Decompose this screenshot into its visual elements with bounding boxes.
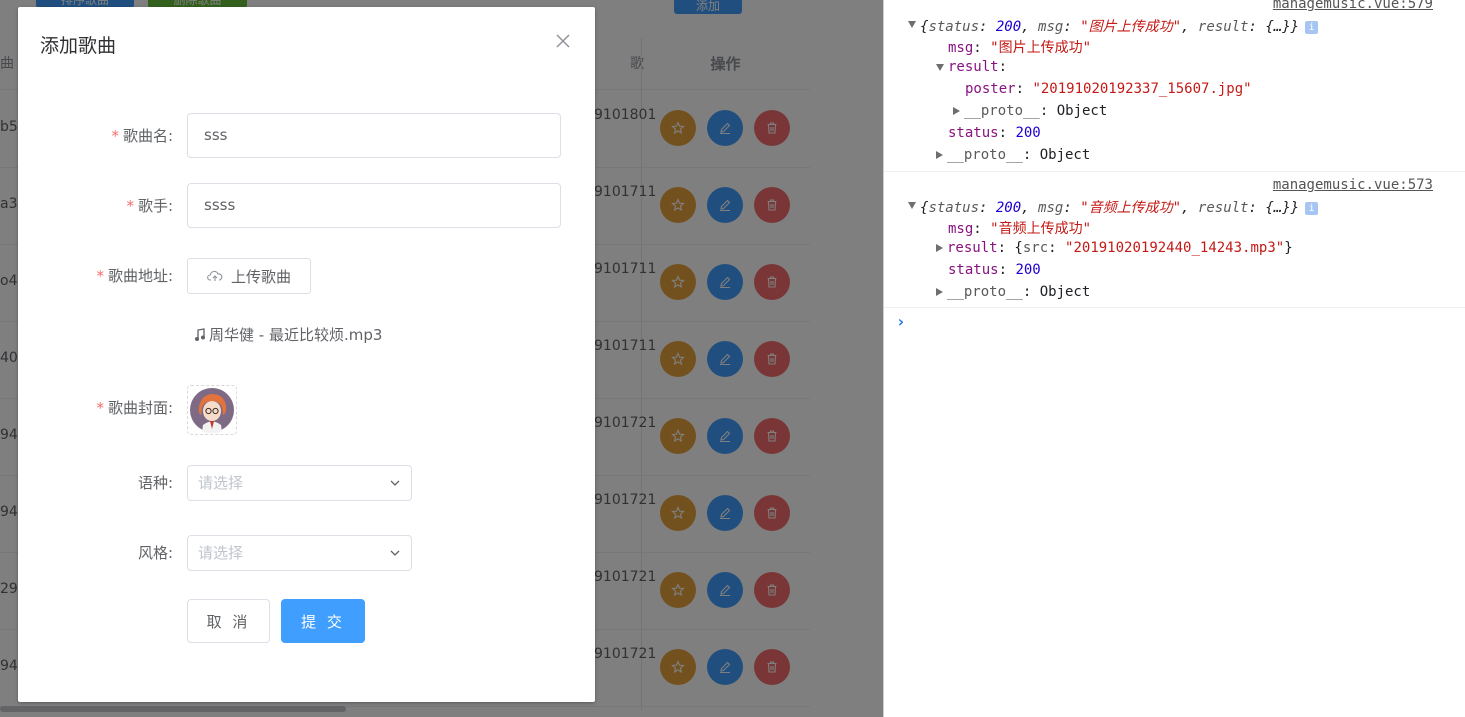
console-proto-line[interactable]: __proto__: Object bbox=[936, 147, 1090, 163]
console-source-link[interactable]: managemusic.vue:579 bbox=[1273, 0, 1433, 12]
uploaded-file-name: 周华健 - 最近比较烦.mp3 bbox=[209, 326, 383, 344]
expand-triangle-icon[interactable] bbox=[953, 107, 960, 115]
info-icon[interactable]: i bbox=[1305, 201, 1319, 215]
expand-triangle-icon[interactable] bbox=[936, 151, 943, 159]
console-object-summary[interactable]: {status: 200, msg: "音频上传成功", result: {…}… bbox=[908, 197, 1319, 217]
console-status-line: status: 200 bbox=[948, 125, 1041, 141]
music-note-icon bbox=[195, 327, 205, 341]
console-poster-line: poster: "20191020192337_15607.jpg" bbox=[965, 81, 1252, 97]
add-song-dialog: 添加歌曲 * 歌曲名: sss * 歌手: ssss * 歌曲地址: 上传歌曲 周华健… bbox=[18, 7, 595, 702]
chevron-down-icon bbox=[390, 480, 400, 486]
song-url-label: * 歌曲地址: bbox=[96, 267, 173, 285]
console-msg-line: msg: "图片上传成功" bbox=[948, 40, 1092, 56]
info-icon[interactable]: i bbox=[1305, 20, 1319, 34]
cloud-upload-icon bbox=[207, 270, 223, 281]
cover-image-thumbnail bbox=[190, 388, 234, 433]
chevron-down-icon bbox=[390, 550, 400, 556]
style-select[interactable]: 请选择 bbox=[187, 535, 412, 571]
song-name-label: * 歌曲名: bbox=[111, 127, 173, 145]
expand-triangle-icon[interactable] bbox=[936, 288, 943, 296]
console-entry: managemusic.vue:573 {status: 200, msg: "… bbox=[884, 172, 1465, 308]
cancel-button[interactable]: 取 消 bbox=[187, 599, 270, 643]
collapse-triangle-icon[interactable] bbox=[908, 202, 916, 209]
cover-uploader[interactable] bbox=[187, 385, 237, 435]
expand-triangle-icon[interactable] bbox=[936, 244, 943, 252]
collapse-triangle-icon[interactable] bbox=[908, 21, 916, 28]
console-entry: managemusic.vue:579 {status: 200, msg: "… bbox=[884, 0, 1465, 172]
close-icon[interactable] bbox=[555, 33, 571, 49]
console-msg-line: msg: "音频上传成功" bbox=[948, 221, 1092, 237]
language-label: 语种: bbox=[137, 474, 173, 492]
submit-button[interactable]: 提 交 bbox=[281, 599, 365, 643]
singer-label: * 歌手: bbox=[126, 197, 173, 215]
console-object-summary[interactable]: {status: 200, msg: "图片上传成功", result: {…}… bbox=[908, 16, 1319, 36]
cover-label: * 歌曲封面: bbox=[96, 399, 173, 417]
dialog-title: 添加歌曲 bbox=[40, 35, 117, 57]
style-placeholder: 请选择 bbox=[198, 544, 244, 562]
console-result-line[interactable]: result: {src: "20191020192440_14243.mp3"… bbox=[936, 240, 1293, 256]
console-status-line: status: 200 bbox=[948, 262, 1041, 278]
style-label: 风格: bbox=[137, 544, 173, 562]
upload-song-label: 上传歌曲 bbox=[230, 267, 291, 286]
language-select[interactable]: 请选择 bbox=[187, 465, 412, 501]
collapse-triangle-icon[interactable] bbox=[936, 63, 944, 71]
console-result-line[interactable]: result: bbox=[936, 59, 1007, 75]
upload-song-button[interactable]: 上传歌曲 bbox=[187, 258, 311, 294]
console-proto-line[interactable]: __proto__: Object bbox=[936, 284, 1090, 300]
devtools-console: managemusic.vue:579 {status: 200, msg: "… bbox=[883, 0, 1465, 717]
console-proto-line[interactable]: __proto__: Object bbox=[953, 103, 1107, 119]
song-name-input[interactable]: sss bbox=[187, 113, 561, 158]
console-source-link[interactable]: managemusic.vue:573 bbox=[1273, 177, 1433, 193]
console-prompt[interactable]: › bbox=[896, 312, 906, 331]
uploaded-file-item[interactable]: 周华健 - 最近比较烦.mp3 bbox=[194, 324, 382, 345]
language-placeholder: 请选择 bbox=[198, 474, 244, 492]
singer-input[interactable]: ssss bbox=[187, 183, 561, 228]
